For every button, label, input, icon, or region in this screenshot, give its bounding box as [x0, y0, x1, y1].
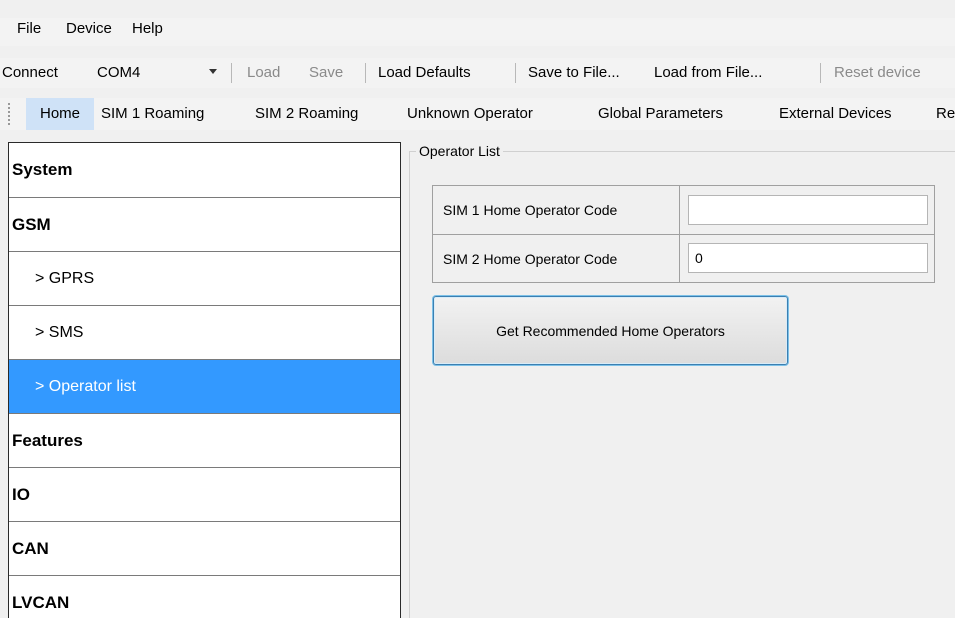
nav-item-label: IO — [12, 484, 30, 504]
nav-item-lvcan[interactable]: LVCAN — [9, 576, 400, 618]
sim1-operator-label: SIM 1 Home Operator Code — [443, 202, 618, 218]
tab-sim2-roaming[interactable]: SIM 2 Roaming — [255, 98, 358, 130]
nav-item-gprs[interactable]: > GPRS — [9, 252, 400, 306]
menu-bar: File Device Help — [0, 18, 955, 46]
nav-item-label: System — [12, 160, 73, 179]
toolbar-separator — [820, 63, 821, 83]
operator-code-grid: SIM 1 Home Operator Code SIM 2 Home Oper… — [432, 185, 935, 283]
menu-help[interactable]: Help — [132, 20, 163, 37]
tab-home[interactable]: Home — [26, 98, 94, 130]
get-recommended-operators-button[interactable]: Get Recommended Home Operators — [433, 296, 788, 365]
toolbar-separator — [365, 63, 366, 83]
menu-file[interactable]: File — [17, 20, 41, 37]
groupbox-title: Operator List — [416, 143, 503, 159]
nav-item-sms[interactable]: > SMS — [9, 306, 400, 360]
sim1-operator-code-input[interactable] — [688, 195, 928, 225]
sim2-operator-code-input[interactable] — [688, 243, 928, 273]
connect-button[interactable]: Connect — [2, 64, 58, 81]
tab-unknown-operator[interactable]: Unknown Operator — [407, 98, 533, 130]
tab-strip: Home SIM 1 Roaming SIM 2 Roaming Unknown… — [0, 98, 955, 130]
nav-item-features[interactable]: Features — [9, 414, 400, 468]
load-button[interactable]: Load — [247, 64, 280, 81]
reset-device-button[interactable]: Reset device — [834, 64, 921, 81]
nav-item-operator-list[interactable]: > Operator list — [9, 360, 400, 414]
tab-truncated[interactable]: Re — [936, 98, 955, 130]
chevron-down-icon[interactable] — [209, 69, 217, 74]
toolbar-grip-icon[interactable] — [8, 103, 10, 125]
load-from-file-button[interactable]: Load from File... — [654, 64, 762, 81]
nav-item-label: > Operator list — [35, 377, 136, 395]
nav-item-io[interactable]: IO — [9, 468, 400, 522]
port-select[interactable]: COM4 — [97, 64, 140, 81]
settings-nav: System GSM > GPRS > SMS > Operator list … — [8, 142, 401, 618]
load-defaults-button[interactable]: Load Defaults — [378, 64, 471, 81]
menu-device[interactable]: Device — [66, 20, 112, 37]
tab-external-devices[interactable]: External Devices — [779, 98, 892, 130]
nav-item-label: > SMS — [35, 323, 84, 341]
sim2-operator-label: SIM 2 Home Operator Code — [443, 251, 618, 267]
nav-item-can[interactable]: CAN — [9, 522, 400, 576]
nav-item-label: Features — [12, 430, 83, 450]
nav-item-system[interactable]: System — [9, 143, 400, 198]
nav-item-label: > GPRS — [35, 269, 95, 287]
toolbar-separator — [515, 63, 516, 83]
toolbar: Connect COM4 Load Save Load Defaults Sav… — [0, 58, 955, 88]
tab-global-parameters[interactable]: Global Parameters — [598, 98, 723, 130]
save-to-file-button[interactable]: Save to File... — [528, 64, 620, 81]
toolbar-separator — [231, 63, 232, 83]
save-button[interactable]: Save — [309, 64, 343, 81]
nav-item-label: LVCAN — [12, 593, 70, 612]
grid-divider — [433, 234, 934, 235]
nav-item-label: CAN — [12, 538, 49, 558]
nav-item-gsm[interactable]: GSM — [9, 198, 400, 252]
nav-item-label: GSM — [12, 214, 51, 234]
tab-sim1-roaming[interactable]: SIM 1 Roaming — [101, 98, 204, 130]
